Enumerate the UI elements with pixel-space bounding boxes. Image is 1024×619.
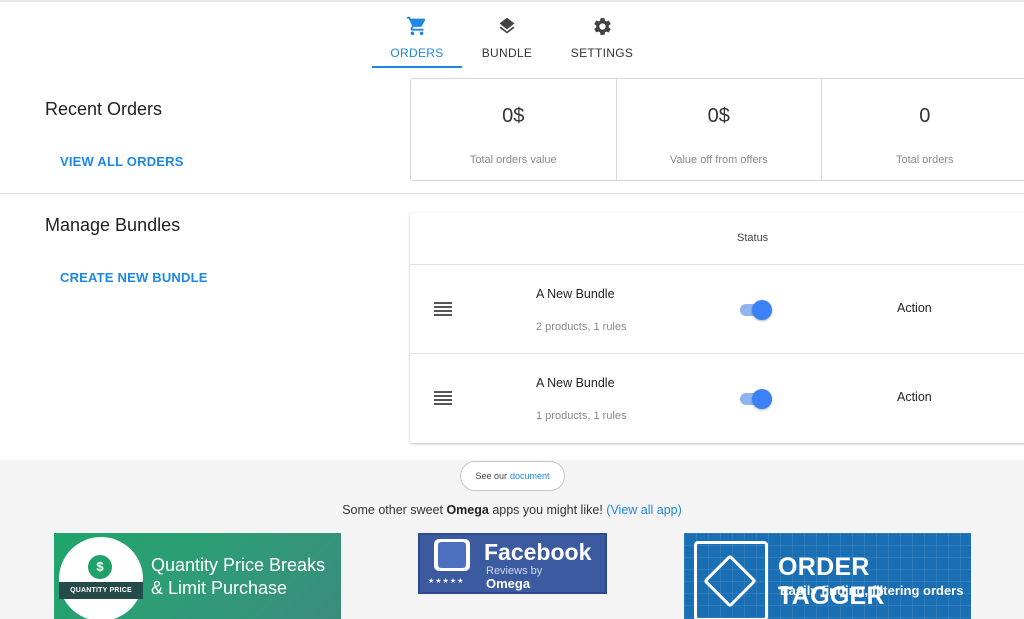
promo-text: Some other sweet Omega apps you might li… — [0, 503, 1024, 517]
thumbs-up-icon — [434, 539, 470, 571]
gear-icon — [590, 14, 614, 38]
tab-settings[interactable]: SETTINGS — [552, 10, 652, 68]
bundle-details: 1 products, 1 rules — [536, 410, 627, 422]
view-all-apps-link[interactable]: (View all app) — [606, 503, 682, 517]
cart-icon — [405, 14, 429, 38]
drag-handle-icon[interactable] — [434, 391, 452, 405]
status-column-header: Status — [737, 232, 769, 244]
banner-title-line1: Quantity Price Breaks — [151, 555, 326, 575]
table-row: A New Bundle 1 products, 1 rules Action — [410, 354, 1024, 443]
tab-orders[interactable]: ORDERS — [372, 10, 462, 68]
bundle-name[interactable]: A New Bundle — [536, 287, 615, 301]
promo-prefix: Some other sweet — [342, 503, 443, 517]
action-button[interactable]: Action — [897, 301, 932, 315]
view-all-orders-link[interactable]: VIEW ALL ORDERS — [60, 154, 184, 169]
dollar-icon: $ — [88, 555, 112, 579]
status-toggle[interactable] — [738, 389, 772, 409]
stat-caption: Total orders — [896, 154, 954, 166]
facebook-reviews-banner[interactable]: ★★★★★ Facebook Reviews by Omega — [418, 533, 607, 594]
status-toggle[interactable] — [738, 300, 772, 320]
tab-label: BUNDLE — [481, 46, 533, 60]
footer: See our document Some other sweet Omega … — [0, 460, 1024, 619]
tab-bundle[interactable]: BUNDLE — [462, 10, 552, 68]
badge-ribbon: QUANTITY PRICE — [59, 582, 143, 599]
stat-value: 0$ — [502, 105, 525, 127]
order-tagger-banner[interactable]: ORDER TAGGER Easily finding, filtering o… — [684, 533, 971, 619]
tab-label: SETTINGS — [570, 46, 634, 60]
bundle-name[interactable]: A New Bundle — [536, 376, 615, 390]
table-header: Status — [410, 213, 1024, 265]
rating-stars: ★★★★★ — [428, 578, 465, 585]
document-pill[interactable]: See our document — [460, 461, 565, 491]
tag-icon — [694, 541, 768, 619]
promo-suffix: apps you might like! — [492, 503, 603, 517]
table-row: A New Bundle 2 products, 1 rules Action — [410, 265, 1024, 354]
stat-value-off: 0$ Value off from offers — [617, 79, 822, 180]
doc-prefix: See our — [475, 471, 507, 481]
quantity-price-badge-icon: $ QUANTITY PRICE — [59, 537, 143, 619]
tab-label: ORDERS — [390, 46, 444, 60]
layers-icon — [495, 14, 519, 38]
manage-bundles-title: Manage Bundles — [45, 215, 181, 235]
create-new-bundle-link[interactable]: CREATE NEW BUNDLE — [60, 270, 208, 285]
top-border — [0, 0, 1024, 2]
banner-subtitle: Easily finding, filtering orders — [780, 583, 964, 598]
banner-title: ORDER TAGGER — [778, 553, 885, 610]
banner-title-line2: & Limit Purchase — [151, 578, 288, 598]
order-stats: 0$ Total orders value 0$ Value off from … — [410, 78, 1024, 181]
banner-title: Quantity Price Breaks & Limit Purchase — [151, 554, 325, 600]
banner-title: Facebook — [484, 539, 592, 565]
bundles-table: Status A New Bundle 2 products, 1 rules … — [410, 213, 1024, 443]
stat-value: 0 — [919, 105, 931, 127]
drag-handle-icon[interactable] — [434, 302, 452, 316]
stat-total-orders: 0 Total orders — [822, 79, 1024, 180]
stat-caption: Value off from offers — [669, 154, 768, 166]
stat-caption: Total orders value — [469, 154, 557, 166]
banner-brand: Omega — [486, 576, 531, 591]
action-button[interactable]: Action — [897, 390, 932, 404]
quantity-price-breaks-banner[interactable]: $ QUANTITY PRICE Quantity Price Breaks &… — [54, 533, 341, 619]
main-tabs: ORDERS BUNDLE SETTINGS — [372, 10, 652, 70]
promo-brand: Omega — [446, 503, 489, 517]
section-divider — [0, 193, 1024, 194]
stat-total-orders-value: 0$ Total orders value — [411, 79, 617, 180]
stat-value: 0$ — [707, 105, 730, 127]
recent-orders-title: Recent Orders — [45, 99, 163, 119]
document-link[interactable]: document — [510, 471, 550, 481]
bundle-details: 2 products, 1 rules — [536, 321, 627, 333]
